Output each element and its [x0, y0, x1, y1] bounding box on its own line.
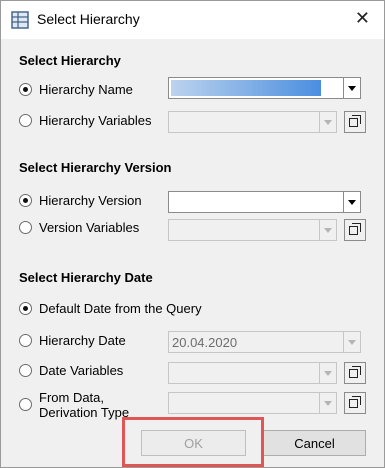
radio-label: Hierarchy Version	[39, 192, 142, 208]
radio-default-date[interactable]: Default Date from the Query	[19, 298, 202, 318]
radio-hierarchy-variables[interactable]: Hierarchy Variables	[19, 110, 151, 130]
hierarchy-variables-dropdown[interactable]	[168, 111, 337, 133]
radio-label-multiline: From Data, Derivation Type	[39, 390, 129, 420]
selected-value-highlight	[171, 80, 321, 96]
copy-icon[interactable]	[344, 362, 366, 384]
date-variables-dropdown[interactable]	[168, 362, 337, 384]
copy-icon[interactable]	[344, 111, 366, 133]
dialog-window: Select Hierarchy ✕ Select Hierarchy Hier…	[0, 0, 385, 468]
title-bar: Select Hierarchy ✕	[1, 1, 384, 39]
hierarchy-table-icon	[11, 11, 29, 29]
radio-label: Hierarchy Variables	[39, 112, 152, 128]
hierarchy-version-dropdown[interactable]	[168, 191, 361, 213]
hierarchy-name-dropdown[interactable]	[168, 77, 361, 99]
radio-label-line2: Derivation Type	[39, 405, 130, 420]
date-value: 20.04.2020	[172, 335, 238, 350]
radio-button[interactable]	[19, 113, 32, 127]
radio-label-line1: From Data,	[39, 390, 105, 405]
radio-button[interactable]	[19, 220, 32, 234]
chevron-down-icon[interactable]	[319, 393, 336, 413]
radio-label: Hierarchy Name	[39, 81, 133, 97]
chevron-down-icon[interactable]	[319, 220, 336, 240]
radio-date-variables[interactable]: Date Variables	[19, 360, 123, 380]
dialog-body: Select Hierarchy Hierarchy Name Hierarch…	[1, 39, 384, 467]
section-title-version: Select Hierarchy Version	[19, 160, 172, 175]
version-variables-dropdown[interactable]	[168, 219, 337, 241]
section-title-date: Select Hierarchy Date	[19, 270, 153, 285]
radio-button[interactable]	[19, 363, 32, 377]
cancel-button[interactable]: Cancel	[263, 430, 366, 456]
copy-icon[interactable]	[344, 219, 366, 241]
radio-version-variables[interactable]: Version Variables	[19, 217, 139, 237]
radio-label: Default Date from the Query	[39, 300, 202, 316]
radio-hierarchy-version[interactable]: Hierarchy Version	[19, 190, 142, 210]
chevron-down-icon[interactable]	[343, 332, 360, 352]
radio-from-data[interactable]: From Data, Derivation Type	[19, 390, 129, 422]
radio-hierarchy-name[interactable]: Hierarchy Name	[19, 79, 133, 99]
radio-button[interactable]	[19, 398, 32, 411]
radio-label: Hierarchy Date	[39, 332, 126, 348]
radio-label: Version Variables	[39, 219, 140, 235]
radio-button-checked[interactable]	[19, 82, 32, 96]
radio-button-checked[interactable]	[19, 193, 32, 207]
radio-hierarchy-date[interactable]: Hierarchy Date	[19, 330, 126, 350]
hierarchy-date-field[interactable]: 20.04.2020	[168, 331, 361, 353]
close-icon[interactable]: ✕	[355, 8, 370, 28]
chevron-down-icon[interactable]	[343, 78, 360, 98]
radio-label: Date Variables	[39, 362, 124, 378]
chevron-down-icon[interactable]	[343, 192, 360, 212]
copy-icon[interactable]	[344, 392, 366, 414]
radio-button-checked[interactable]	[19, 301, 32, 315]
section-title-hierarchy: Select Hierarchy	[19, 53, 121, 68]
radio-button[interactable]	[19, 333, 32, 347]
ok-button-highlight-box	[122, 417, 264, 467]
chevron-down-icon[interactable]	[319, 363, 336, 383]
derivation-type-dropdown[interactable]	[168, 392, 337, 414]
window-title: Select Hierarchy	[37, 11, 140, 27]
chevron-down-icon[interactable]	[319, 112, 336, 132]
